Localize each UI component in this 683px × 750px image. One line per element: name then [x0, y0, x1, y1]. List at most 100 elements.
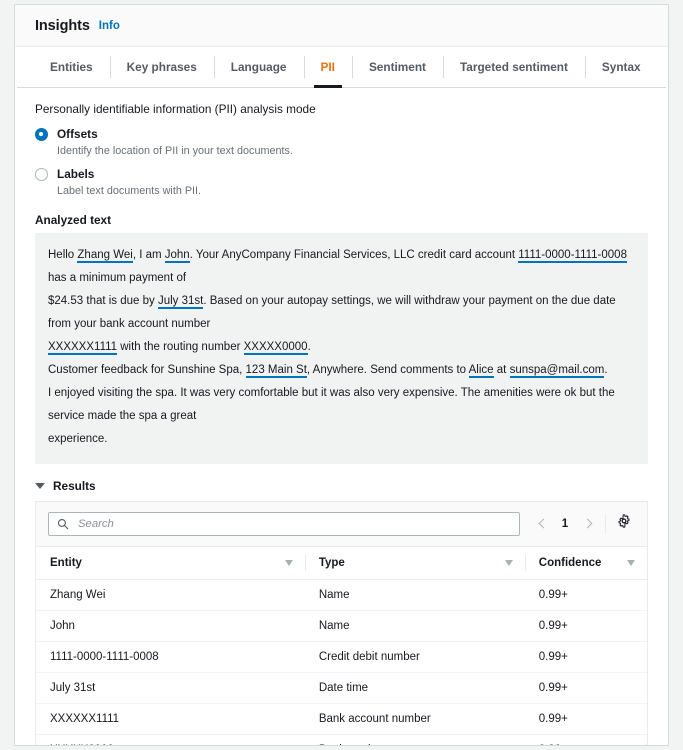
table-header-row: Entity Type Confidence: [36, 547, 647, 580]
pii-entity-highlight[interactable]: 123 Main St: [246, 364, 307, 378]
cell-entity: XXXXX0000: [36, 734, 305, 746]
cell-type: Credit debit number: [305, 641, 525, 672]
tab-key-phrases[interactable]: Key phrases: [110, 47, 214, 87]
analyzed-text-line: Customer feedback for Sunshine Spa, 123 …: [48, 359, 635, 382]
sort-descending-icon[interactable]: [285, 560, 293, 566]
analyzed-text-segment: Customer feedback for Sunshine Spa,: [48, 364, 246, 376]
cell-entity: Zhang Wei: [36, 579, 305, 610]
analyzed-text-segment: at: [494, 364, 510, 376]
search-box[interactable]: [48, 512, 520, 536]
analyzed-text-heading: Analyzed text: [35, 213, 648, 227]
cell-confidence: 0.99+: [525, 610, 647, 641]
analyzed-text-line: I enjoyed visiting the spa. It was very …: [48, 382, 635, 428]
radio-texts: OffsetsIdentify the location of PII in y…: [57, 127, 293, 158]
radio-option-offsets[interactable]: OffsetsIdentify the location of PII in y…: [35, 127, 648, 158]
pagination-prev-button[interactable]: [532, 513, 554, 535]
panel-header: Insights Info: [15, 5, 668, 47]
table-body: Zhang WeiName0.99+JohnName0.99+1111-0000…: [36, 579, 647, 746]
pii-entity-highlight[interactable]: Zhang Wei: [77, 249, 132, 263]
analyzed-text-segment: , I am: [133, 249, 165, 261]
chevron-right-icon: [582, 519, 592, 529]
cell-type: Bank routing: [305, 734, 525, 746]
tab-targeted-sentiment[interactable]: Targeted sentiment: [443, 47, 585, 87]
cell-entity: July 31st: [36, 672, 305, 703]
pii-entity-highlight[interactable]: Alice: [469, 364, 494, 378]
analyzed-text-segment: with the routing number: [117, 341, 244, 353]
column-header-type[interactable]: Type: [305, 547, 525, 580]
results-label: Results: [53, 479, 96, 493]
column-header-inner: Type: [319, 557, 525, 569]
sort-descending-icon[interactable]: [627, 560, 635, 566]
tab-language[interactable]: Language: [214, 47, 304, 87]
pagination: 1: [520, 513, 635, 535]
table-row[interactable]: 1111-0000-1111-0008Credit debit number0.…: [36, 641, 647, 672]
pii-entity-highlight[interactable]: sunspa@mail.com: [510, 364, 605, 378]
table-row[interactable]: July 31stDate time0.99+: [36, 672, 647, 703]
column-header-label: Entity: [50, 557, 285, 569]
table-row[interactable]: JohnName0.99+: [36, 610, 647, 641]
pagination-next-button[interactable]: [576, 513, 598, 535]
table-settings-button[interactable]: [613, 513, 635, 535]
results-expander[interactable]: Results: [35, 479, 648, 493]
tabs-wrap: EntitiesKey phrasesLanguagePIISentimentT…: [15, 47, 668, 87]
analyzed-text-line: experience.: [48, 428, 635, 451]
column-header-label: Type: [319, 557, 505, 569]
results-toolbar: 1: [36, 502, 647, 547]
info-link[interactable]: Info: [99, 20, 120, 32]
analyzed-text-box: Hello Zhang Wei, I am John. Your AnyComp…: [35, 233, 648, 464]
analyzed-text-line: XXXXXX1111 with the routing number XXXXX…: [48, 336, 635, 359]
radio-texts: LabelsLabel text documents with PII.: [57, 167, 201, 198]
table-row[interactable]: XXXXXX1111Bank account number0.99+: [36, 703, 647, 734]
table-row[interactable]: Zhang WeiName0.99+: [36, 579, 647, 610]
panel-body: Personally identifiable information (PII…: [15, 88, 668, 746]
toolbar-divider: [605, 514, 606, 534]
sort-descending-icon[interactable]: [505, 560, 513, 566]
cell-type: Date time: [305, 672, 525, 703]
radio-labels-icon[interactable]: [35, 168, 48, 181]
tab-entities[interactable]: Entities: [33, 47, 110, 87]
pii-mode-radio-group: OffsetsIdentify the location of PII in y…: [35, 127, 648, 199]
results-card: 1: [35, 501, 648, 746]
analyzed-text-segment: has a minimum payment of: [48, 272, 186, 284]
search-input[interactable]: [76, 517, 511, 531]
insights-panel: Insights Info EntitiesKey phrasesLanguag…: [14, 4, 669, 746]
cell-type: Name: [305, 579, 525, 610]
cell-confidence: 0.99+: [525, 703, 647, 734]
analyzed-text-segment: , Anywhere. Send comments to: [307, 364, 469, 376]
pii-entity-highlight[interactable]: July 31st: [158, 295, 203, 309]
analyzed-text-segment: $24.53 that is due by: [48, 295, 158, 307]
analyzed-text-segment: Hello: [48, 249, 77, 261]
results-table: EntityTypeConfidence Zhang WeiName0.99+J…: [36, 547, 647, 746]
analyzed-text-segment: .: [308, 341, 311, 353]
analyzed-text-segment: experience.: [48, 433, 107, 445]
radio-description: Identify the location of PII in your tex…: [57, 144, 293, 159]
table-row[interactable]: XXXXX0000Bank routing0.99+: [36, 734, 647, 746]
tab-syntax[interactable]: Syntax: [585, 47, 658, 87]
tab-list: EntitiesKey phrasesLanguagePIISentimentT…: [33, 47, 650, 87]
pii-entity-highlight[interactable]: XXXXX0000: [244, 341, 308, 355]
pii-entity-highlight[interactable]: 1111-0000-1111-0008: [518, 249, 627, 263]
cell-confidence: 0.99+: [525, 734, 647, 746]
pii-entity-highlight[interactable]: XXXXXX1111: [48, 341, 117, 355]
cell-confidence: 0.99+: [525, 641, 647, 672]
radio-description: Label text documents with PII.: [57, 184, 201, 199]
column-header-entity[interactable]: Entity: [36, 547, 305, 580]
pii-mode-label: Personally identifiable information (PII…: [35, 102, 648, 116]
analyzed-text-segment: I enjoyed visiting the spa. It was very …: [48, 387, 615, 422]
caret-down-icon: [35, 483, 45, 489]
pagination-page-1[interactable]: 1: [554, 518, 576, 530]
tab-sentiment[interactable]: Sentiment: [352, 47, 443, 87]
tab-pii[interactable]: PII: [304, 47, 352, 87]
radio-option-labels[interactable]: LabelsLabel text documents with PII.: [35, 167, 648, 198]
cell-entity: XXXXXX1111: [36, 703, 305, 734]
column-header-label: Confidence: [539, 557, 627, 569]
analyzed-text-line: Hello Zhang Wei, I am John. Your AnyComp…: [48, 244, 635, 290]
column-header-confidence[interactable]: Confidence: [525, 547, 647, 580]
radio-offsets-checked-icon[interactable]: [35, 128, 48, 141]
cell-type: Bank account number: [305, 703, 525, 734]
pii-entity-highlight[interactable]: John: [165, 249, 190, 263]
column-header-inner: Entity: [50, 557, 305, 569]
cell-entity: 1111-0000-1111-0008: [36, 641, 305, 672]
analyzed-text-segment: . Your AnyCompany Financial Services, LL…: [190, 249, 519, 261]
chevron-left-icon: [538, 519, 548, 529]
